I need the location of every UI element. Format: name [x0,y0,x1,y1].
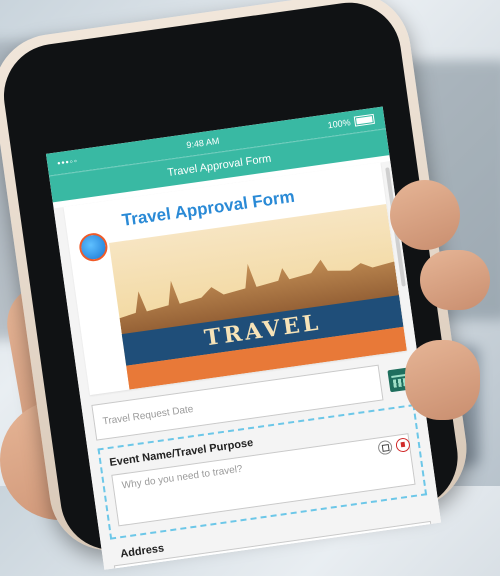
phone-front: •••◦◦ 9:48 AM 100% Travel Approval Form … [0,0,465,570]
globe-icon [77,231,110,263]
signal-icon: •••◦◦ [56,155,79,169]
hand-finger-top [390,180,460,250]
form-content[interactable]: Travel Approval Form TRAVEL Travel Reque… [53,161,442,570]
battery-percent: 100% [327,117,352,131]
copy-icon[interactable] [377,439,394,456]
battery-status: 100% [327,113,375,131]
hand-finger-bottom [405,340,480,420]
app-bar-title: Travel Approval Form [166,152,273,180]
hand-finger-middle [420,250,490,310]
delete-icon[interactable] [395,437,411,453]
phone: •••◦◦ 9:48 AM 100% Travel Approval Form … [0,0,475,570]
phone-screen: •••◦◦ 9:48 AM 100% Travel Approval Form … [45,106,442,570]
status-time: 9:48 AM [185,135,220,151]
form-header: Travel Approval Form TRAVEL [63,162,407,396]
battery-icon [353,113,375,127]
travel-banner: TRAVEL [108,204,407,390]
